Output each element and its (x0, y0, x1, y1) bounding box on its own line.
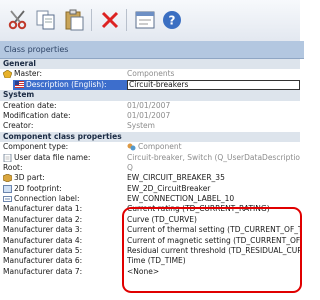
toolbar: ? (0, 0, 300, 42)
panel-title: Class properties (0, 41, 304, 59)
mfr-label: Manufacturer data 2: (3, 214, 83, 224)
connlabel-label: Connection label: (14, 194, 80, 204)
property-manufacturer-4[interactable]: Manufacturer data 4: Current of magnetic… (0, 236, 300, 246)
connection-label-icon (3, 195, 12, 203)
copy-icon[interactable] (34, 8, 58, 32)
part3d-label: 3D part: (14, 173, 45, 183)
component-icon (127, 143, 136, 151)
mfr-value: Curve (TD_CURVE) (127, 214, 197, 224)
userfile-label: User data file name: (14, 152, 91, 162)
creation-label: Creation date: (3, 100, 57, 110)
footprint-icon (3, 184, 12, 193)
us-flag-icon (15, 80, 24, 89)
mfr-value: Residual current threshold (TD_RESIDUAL_… (127, 246, 300, 256)
modification-label: Modification date: (3, 110, 71, 120)
cut-icon[interactable] (6, 8, 30, 32)
property-manufacturer-6[interactable]: Manufacturer data 6: Time (TD_TIME) (0, 256, 300, 266)
properties-icon[interactable] (133, 8, 157, 32)
type-value: Component (127, 142, 300, 152)
master-icon (3, 70, 13, 79)
property-grid: General Master: Components Description (… (0, 59, 300, 277)
mfr-value: Current of thermal setting (TD_CURRENT_O… (127, 225, 300, 235)
property-user-data-file[interactable]: User data file name: Circuit-breaker, Sw… (0, 153, 300, 163)
property-connection-label[interactable]: Connection label: EW_CONNECTION_LABEL_10 (0, 194, 300, 204)
svg-text:?: ? (169, 14, 176, 28)
master-value: Components (127, 69, 175, 79)
mfr-label: Manufacturer data 4: (3, 235, 83, 245)
mfr-value: Current rating (TD_CURRENT_RATING) (127, 204, 270, 214)
property-manufacturer-7[interactable]: Manufacturer data 7: <None> (0, 267, 300, 277)
section-system: System (0, 90, 300, 101)
section-general: General (0, 59, 300, 70)
property-label: 2D footprint: (3, 184, 125, 194)
mfr-label: Manufacturer data 1: (3, 204, 83, 214)
mfr-value: <None> (127, 266, 160, 276)
modification-value: 01/01/2007 (127, 110, 171, 120)
mfr-label: Manufacturer data 3: (3, 225, 83, 235)
type-text: Component (138, 142, 182, 152)
property-manufacturer-5[interactable]: Manufacturer data 5: Residual current th… (0, 246, 300, 256)
creator-label: Creator: (3, 121, 34, 131)
userfile-value: Circuit-breaker, Switch (Q_UserDataDescr… (127, 152, 300, 162)
paste-icon[interactable] (62, 8, 86, 32)
creation-value: 01/01/2007 (127, 100, 171, 110)
connlabel-value: EW_CONNECTION_LABEL_10 (127, 194, 235, 204)
property-root[interactable]: Root: Q (0, 163, 300, 173)
property-label: User data file name: (3, 153, 125, 163)
property-manufacturer-2[interactable]: Manufacturer data 2: Curve (TD_CURVE) (0, 215, 300, 225)
master-label: Master: (14, 69, 43, 79)
mfr-value: Time (TD_TIME) (127, 256, 186, 266)
creator-value: System (127, 121, 155, 131)
part-3d-icon (3, 173, 13, 183)
mfr-label: Manufacturer data 5: (3, 246, 83, 256)
type-label: Component type: (3, 142, 69, 152)
property-manufacturer-1[interactable]: Manufacturer data 1: Current rating (TD_… (0, 204, 300, 214)
property-label: Master: (3, 69, 125, 79)
footprint-value: EW_2D_CircuitBreaker (127, 183, 211, 193)
root-value: Q (127, 162, 133, 172)
property-creator: Creator: System (0, 121, 300, 131)
delete-icon[interactable] (98, 8, 122, 32)
property-creation-date: Creation date: 01/01/2007 (0, 101, 300, 111)
mfr-label: Manufacturer data 6: (3, 256, 83, 266)
description-input[interactable]: Circuit-breakers (127, 79, 300, 91)
property-label: Description (English): (13, 79, 127, 91)
help-icon[interactable]: ? (160, 8, 184, 32)
property-modification-date: Modification date: 01/01/2007 (0, 111, 300, 121)
mfr-value: Current of magnetic setting (TD_CURRENT_… (127, 235, 300, 245)
footprint-label: 2D footprint: (14, 183, 62, 193)
part3d-value: EW_CIRCUIT_BREAKER_35 (127, 173, 225, 183)
property-label: Connection label: (3, 194, 125, 204)
mfr-label: Manufacturer data 7: (3, 266, 83, 276)
root-label: Root: (3, 162, 23, 172)
property-description[interactable]: Description (English): Circuit-breakers (0, 79, 300, 91)
property-master[interactable]: Master: Components (0, 69, 300, 79)
property-2d-footprint[interactable]: 2D footprint: EW_2D_CircuitBreaker (0, 184, 300, 194)
property-manufacturer-3[interactable]: Manufacturer data 3: Current of thermal … (0, 225, 300, 235)
file-icon (3, 153, 12, 162)
property-3d-part[interactable]: 3D part: EW_CIRCUIT_BREAKER_35 (0, 173, 300, 183)
section-component: Component class properties (0, 131, 300, 143)
property-component-type[interactable]: Component type: Component (0, 142, 300, 152)
property-label: 3D part: (3, 173, 125, 183)
description-label: Description (English): (26, 79, 107, 89)
